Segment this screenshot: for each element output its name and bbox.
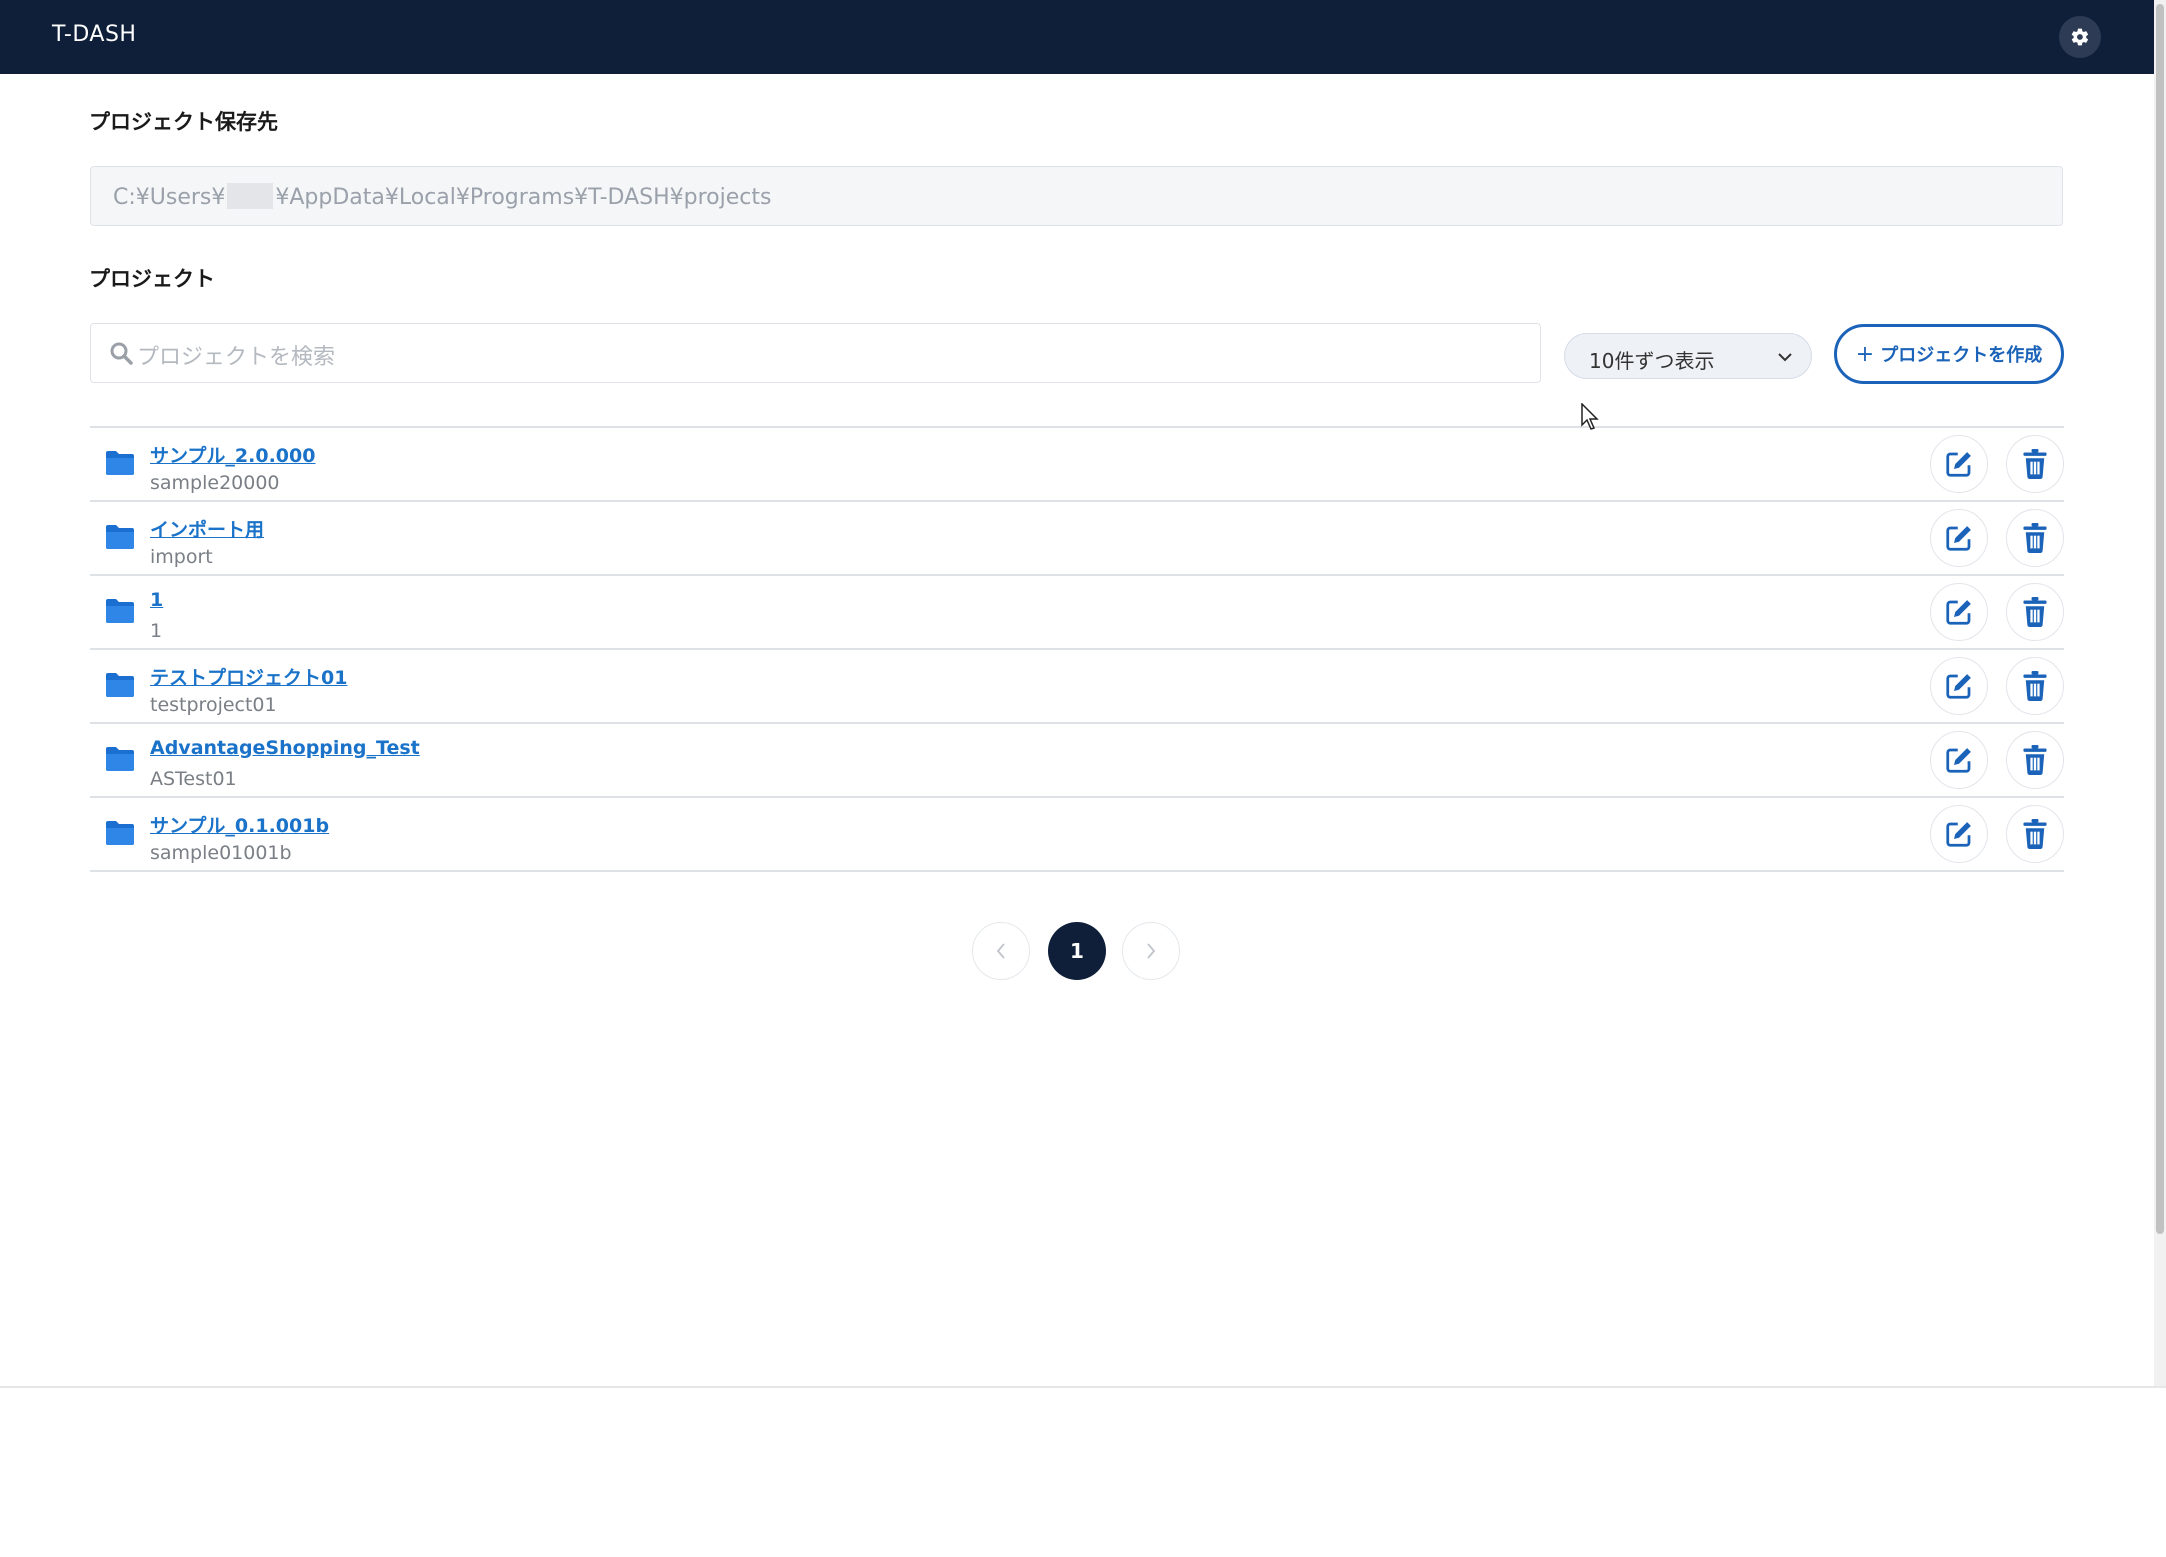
page-scrollbar[interactable] [2154, 0, 2166, 1386]
edit-project-button[interactable] [1930, 731, 1988, 789]
project-row: サンプル_0.1.001b sample01001b [90, 798, 2064, 872]
project-code: testproject01 [150, 694, 277, 716]
project-search-input[interactable]: プロジェクトを検索 [90, 323, 1541, 383]
edit-project-button[interactable] [1930, 657, 1988, 715]
app-title: T-DASH [52, 22, 137, 47]
project-code: import [150, 546, 213, 568]
folder-icon [106, 525, 134, 549]
project-code: ASTest01 [150, 768, 237, 790]
delete-project-button[interactable] [2006, 435, 2064, 493]
edit-icon [1946, 526, 1971, 551]
delete-project-button[interactable] [2006, 805, 2064, 863]
plus-icon: + [1855, 341, 1875, 367]
pagination-page-current[interactable]: 1 [1048, 922, 1106, 980]
folder-icon [106, 451, 134, 475]
edit-project-button[interactable] [1930, 509, 1988, 567]
trash-icon [2023, 449, 2047, 479]
project-name-link[interactable]: AdvantageShopping_Test [150, 737, 420, 759]
delete-project-button[interactable] [2006, 583, 2064, 641]
create-project-button[interactable]: + プロジェクトを作成 [1834, 324, 2064, 384]
edit-icon [1946, 452, 1971, 477]
chevron-left-icon [996, 943, 1005, 959]
edit-project-button[interactable] [1930, 805, 1988, 863]
trash-icon [2023, 745, 2047, 775]
project-row: 1 1 [90, 576, 2064, 650]
app-header: T-DASH [0, 0, 2154, 74]
project-list: サンプル_2.0.000 sample20000 インポート用 import 1… [90, 426, 2064, 872]
storage-path-field: C:¥Users¥ ¥AppData¥Local¥Programs¥T-DASH¥… [90, 166, 2063, 226]
storage-label: プロジェクト保存先 [89, 110, 278, 134]
project-name-link[interactable]: サンプル_2.0.000 [150, 441, 315, 468]
trash-icon [2023, 523, 2047, 553]
delete-project-button[interactable] [2006, 731, 2064, 789]
project-row: テストプロジェクト01 testproject01 [90, 650, 2064, 724]
project-name-link[interactable]: テストプロジェクト01 [150, 663, 347, 690]
search-icon [110, 342, 133, 365]
gear-icon [2071, 28, 2089, 46]
edit-icon [1946, 600, 1971, 625]
pagination-prev-button[interactable] [972, 922, 1030, 980]
chevron-down-icon [1778, 353, 1792, 362]
pagination-next-button[interactable] [1122, 922, 1180, 980]
trash-icon [2023, 819, 2047, 849]
edit-project-button[interactable] [1930, 583, 1988, 641]
project-row: インポート用 import [90, 502, 2064, 576]
edit-project-button[interactable] [1930, 435, 1988, 493]
edit-icon [1946, 674, 1971, 699]
delete-project-button[interactable] [2006, 509, 2064, 567]
project-name-link[interactable]: 1 [150, 589, 163, 611]
project-name-link[interactable]: サンプル_0.1.001b [150, 811, 329, 838]
delete-project-button[interactable] [2006, 657, 2064, 715]
edit-icon [1946, 822, 1971, 847]
path-suffix: ¥AppData¥Local¥Programs¥T-DASH¥projects [275, 185, 772, 210]
project-code: 1 [150, 620, 163, 642]
scrollbar-thumb[interactable] [2156, 4, 2164, 1234]
project-row: AdvantageShopping_Test ASTest01 [90, 724, 2064, 798]
folder-icon [106, 821, 134, 845]
create-project-label: プロジェクトを作成 [1880, 345, 2043, 366]
search-placeholder: プロジェクトを検索 [137, 345, 336, 370]
mouse-cursor-icon [1581, 403, 1599, 430]
projects-label: プロジェクト [89, 267, 215, 291]
folder-icon [106, 747, 134, 771]
folder-icon [106, 673, 134, 697]
page-size-value: 10件ずつ表示 [1589, 349, 1715, 373]
trash-icon [2023, 671, 2047, 701]
project-code: sample20000 [150, 472, 280, 494]
chevron-right-icon [1147, 943, 1156, 959]
footer-divider [0, 1386, 2166, 1388]
project-name-link[interactable]: インポート用 [150, 515, 264, 542]
settings-button[interactable] [2059, 16, 2101, 58]
redacted-username [227, 183, 274, 209]
folder-icon [106, 599, 134, 623]
path-prefix: C:¥Users¥ [113, 185, 226, 210]
project-row: サンプル_2.0.000 sample20000 [90, 428, 2064, 502]
trash-icon [2023, 597, 2047, 627]
page-size-select[interactable]: 10件ずつ表示 [1564, 333, 1812, 379]
edit-icon [1946, 748, 1971, 773]
project-code: sample01001b [150, 842, 292, 864]
